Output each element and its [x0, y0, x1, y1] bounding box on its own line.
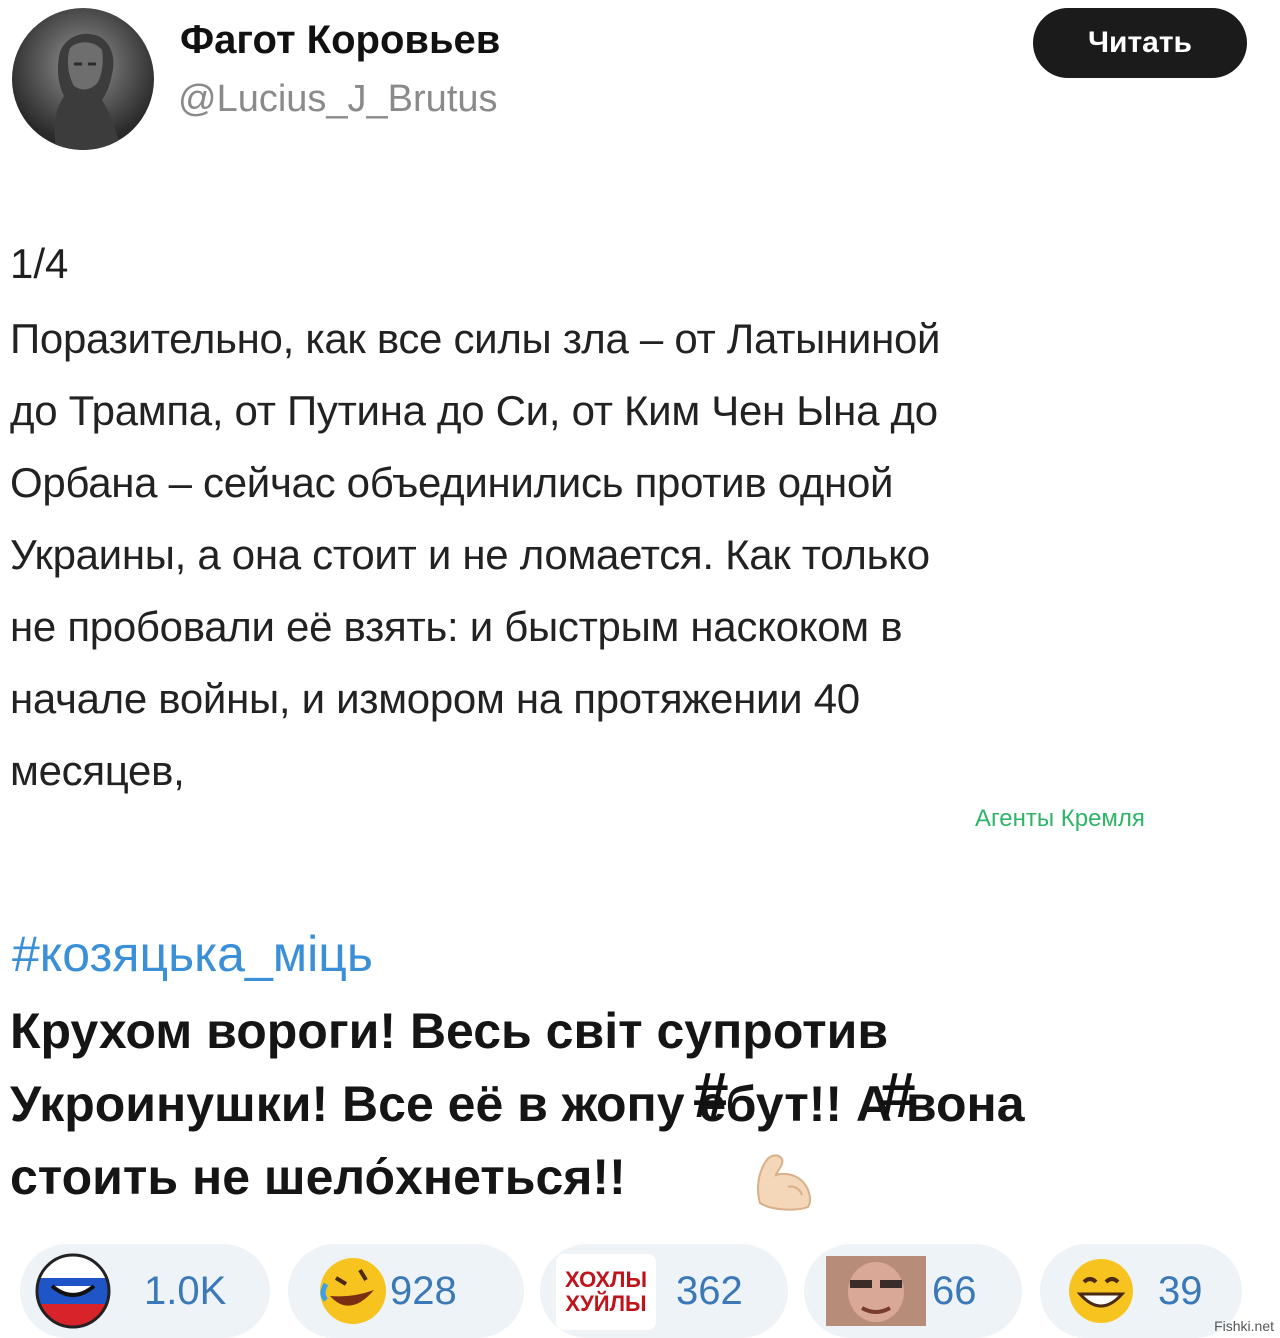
- tweet-line: не пробовали её взять: и быстрым наскоко…: [10, 603, 903, 650]
- tweet-line: Украины, а она стоит и не ломается. Как …: [10, 531, 930, 578]
- reaction-count: 39: [1158, 1268, 1203, 1313]
- reply-line: Укроинушки! Все её в жопу ебут!! А вона: [10, 1076, 1025, 1132]
- reaction-grin[interactable]: 39: [1040, 1244, 1242, 1338]
- thread-counter: 1/4: [10, 240, 69, 287]
- flexed-biceps-icon: [748, 1145, 822, 1220]
- hohly-sticker-icon: ХОХЛЫ ХУЙЛЫ: [556, 1254, 656, 1330]
- reaction-rofl[interactable]: 928: [288, 1244, 524, 1338]
- reaction-face-photo[interactable]: 66: [804, 1244, 1022, 1338]
- reaction-russia-ball[interactable]: 1.0K: [20, 1244, 270, 1338]
- tweet-line: начале войны, и измором на протяжении 40: [10, 675, 860, 722]
- face-photo-icon: [826, 1256, 926, 1326]
- author-name[interactable]: Фагот Коровьев: [180, 18, 500, 63]
- tweet-line: Поразительно, как все силы зла – от Латы…: [10, 315, 941, 362]
- censor-mark: #: [693, 1059, 729, 1131]
- sticker-text: ХУЙЛЫ: [565, 1291, 647, 1316]
- rofl-emoji-icon: [320, 1258, 386, 1324]
- tweet-line: Орбана – сейчас объединились против одно…: [10, 459, 894, 506]
- sticker-text: ХОХЛЫ: [564, 1267, 648, 1292]
- bust-portrait-icon: [54, 33, 120, 150]
- reaction-count: 66: [932, 1268, 977, 1313]
- hashtag-link[interactable]: #козяцька_міць: [12, 925, 373, 983]
- russia-flag-ball-icon: [35, 1253, 111, 1329]
- author-handle[interactable]: @Lucius_J_Brutus: [178, 78, 498, 121]
- tweet-line: до Трампа, от Путина до Си, от Ким Чен Ы…: [10, 387, 938, 434]
- reaction-count: 928: [390, 1268, 457, 1313]
- follow-button[interactable]: Читать: [1033, 8, 1247, 78]
- reaction-count: 362: [676, 1268, 743, 1313]
- site-watermark: Fishki.net: [1214, 1318, 1274, 1334]
- tweet-line: месяцев,: [10, 747, 185, 794]
- overlay-label: Агенты Кремля: [975, 805, 1145, 832]
- tweet-text: Поразительно, как все силы зла – от Латы…: [10, 303, 1278, 807]
- reply-line: Крухом вороги! Весь світ супротив: [10, 1003, 889, 1059]
- censor-mark: #: [880, 1059, 916, 1131]
- reply-text: Крухом вороги! Весь світ супротив Укроин…: [10, 995, 1270, 1214]
- reaction-count: 1.0K: [144, 1268, 227, 1313]
- reply-line: стоить не шело́хнеться!!: [10, 1149, 626, 1205]
- author-avatar[interactable]: [12, 8, 154, 150]
- grin-emoji-icon: [1069, 1259, 1133, 1323]
